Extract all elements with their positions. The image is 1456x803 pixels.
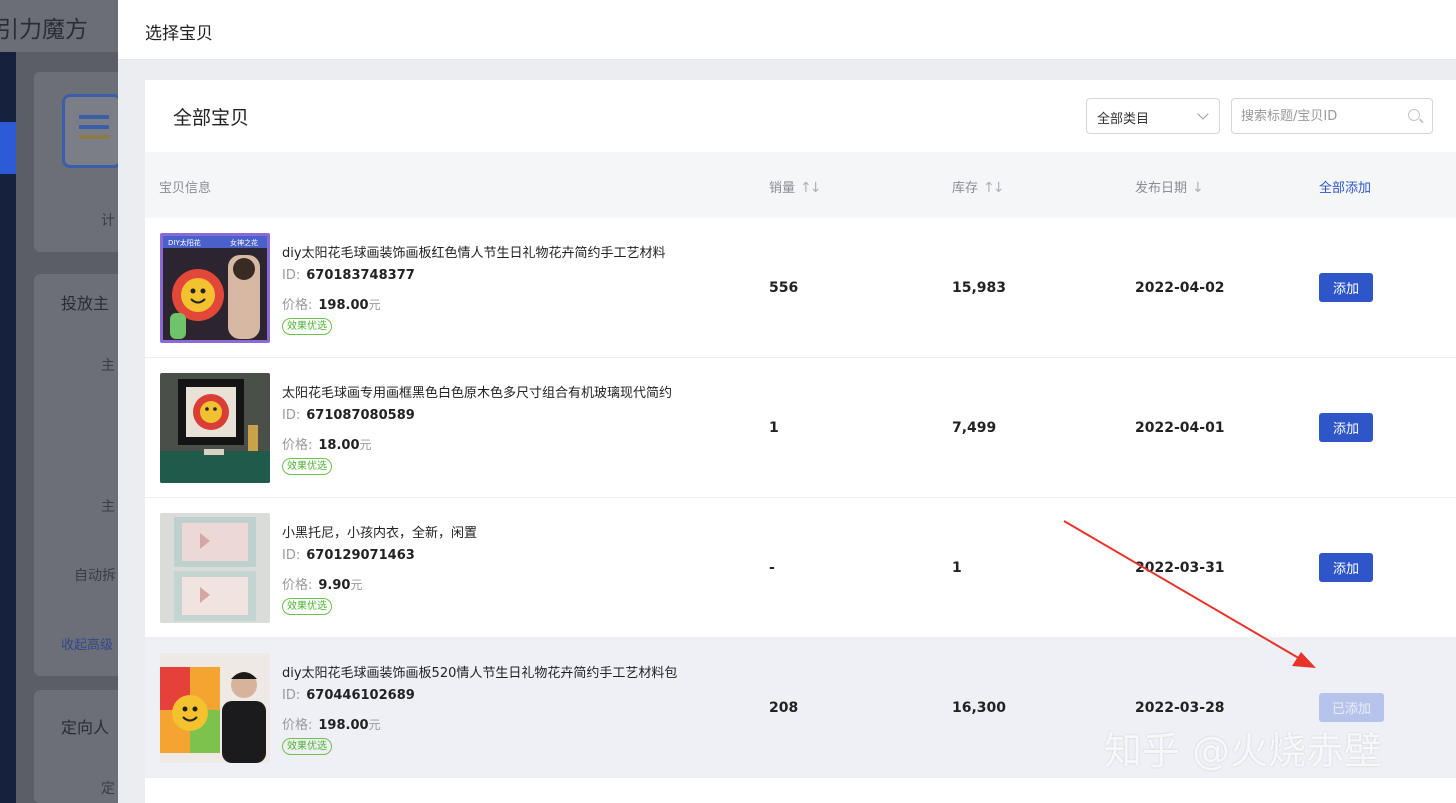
annotation-arrow [1063,520,1316,668]
watermark: 知乎 @火烧赤壁 [1104,729,1383,773]
annotation-arrow-head [1292,652,1316,668]
annotation-arrow-line [1063,520,1303,661]
